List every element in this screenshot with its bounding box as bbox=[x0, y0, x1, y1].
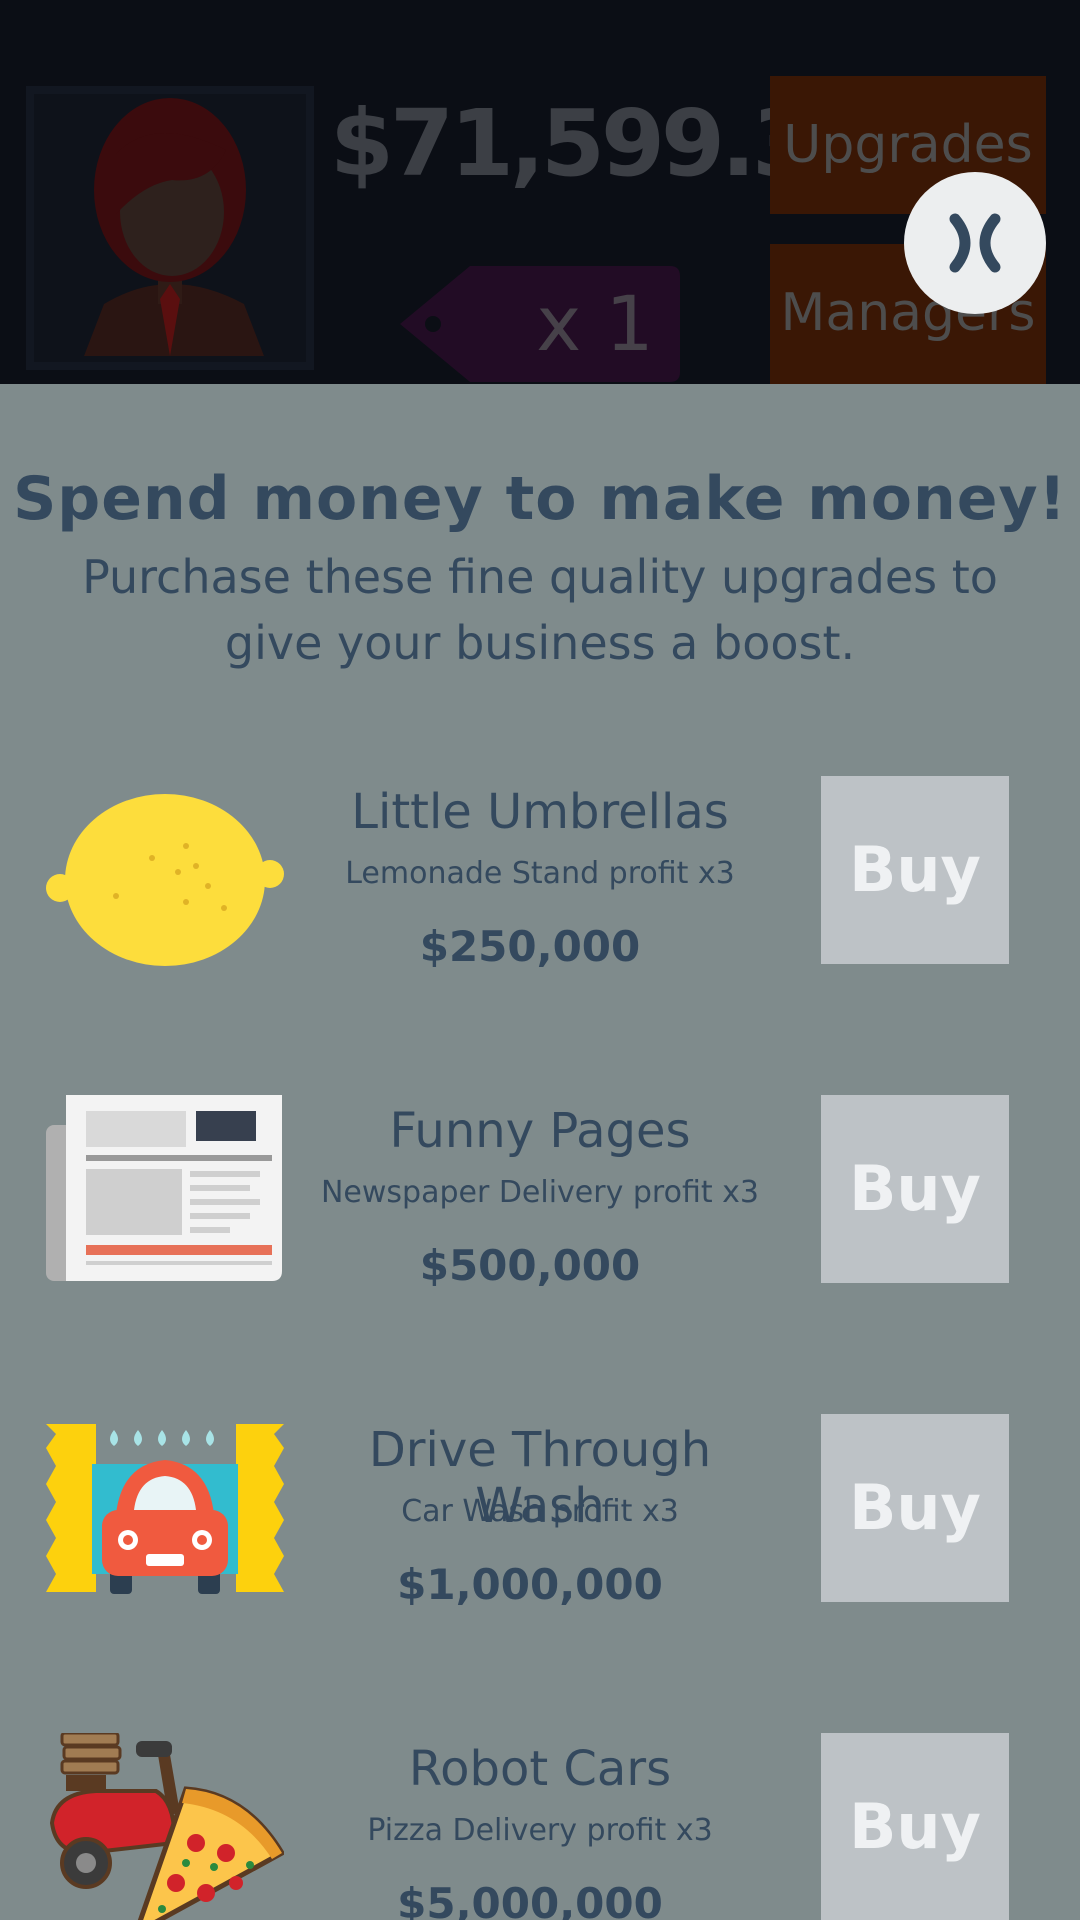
upgrade-description: Pizza Delivery profit x3 bbox=[367, 1813, 713, 1848]
upgrade-price: $5,000,000 bbox=[397, 1879, 663, 1920]
upgrade-description: Lemonade Stand profit x3 bbox=[345, 856, 735, 891]
upgrades-panel: Spend money to make money! Purchase thes… bbox=[0, 384, 1080, 1920]
upgrade-price: $1,000,000 bbox=[397, 1560, 663, 1609]
close-icon bbox=[949, 213, 1001, 273]
upgrade-price: $500,000 bbox=[419, 1241, 641, 1290]
game-header: $71,599.34 x 1 Upgrades Managers bbox=[0, 0, 1080, 384]
upgrade-name: Funny Pages bbox=[389, 1103, 691, 1159]
buy-button[interactable]: Buy bbox=[821, 1733, 1009, 1920]
upgrade-row: Robot Cars Pizza Delivery profit x3 $5,0… bbox=[0, 1731, 1080, 1920]
upgrade-description: Newspaper Delivery profit x3 bbox=[320, 1175, 760, 1210]
panel-title: Spend money to make money! bbox=[13, 464, 1067, 534]
car-wash-icon bbox=[46, 1414, 284, 1614]
pizza-delivery-icon bbox=[46, 1731, 286, 1920]
upgrade-name: Robot Cars bbox=[408, 1741, 672, 1797]
buy-button[interactable]: Buy bbox=[821, 776, 1009, 964]
upgrade-description: Car Wash profit x3 bbox=[401, 1494, 679, 1529]
lemon-icon bbox=[46, 776, 284, 976]
buy-multiplier-button[interactable]: x 1 bbox=[400, 266, 680, 382]
manager-avatar bbox=[26, 86, 314, 370]
buy-button[interactable]: Buy bbox=[821, 1095, 1009, 1283]
close-button[interactable] bbox=[904, 172, 1046, 314]
upgrade-row: Little Umbrellas Lemonade Stand profit x… bbox=[0, 776, 1080, 976]
money-display: $71,599.34 bbox=[330, 90, 876, 197]
multiplier-label: x 1 bbox=[536, 279, 654, 368]
upgrade-row: Drive Through Wash Car Wash profit x3 $1… bbox=[0, 1414, 1080, 1614]
upgrade-name: Little Umbrellas bbox=[351, 784, 729, 840]
upgrade-price: $250,000 bbox=[419, 922, 641, 971]
panel-subtitle: Purchase these fine quality upgrades to … bbox=[82, 550, 998, 670]
buy-button[interactable]: Buy bbox=[821, 1414, 1009, 1602]
upgrade-row: Funny Pages Newspaper Delivery profit x3… bbox=[0, 1095, 1080, 1295]
newspaper-icon bbox=[46, 1095, 284, 1295]
